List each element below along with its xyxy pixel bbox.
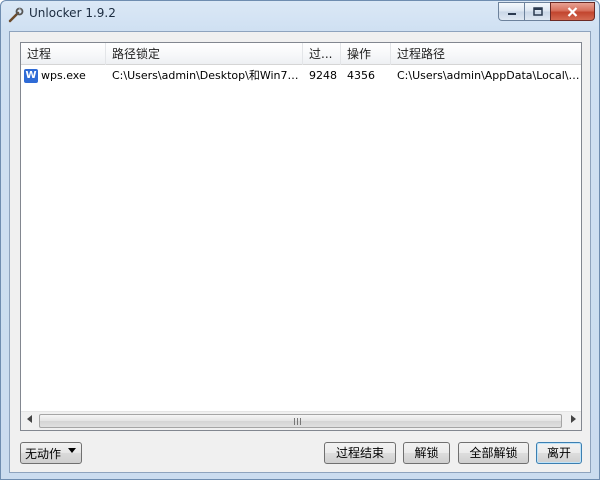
process-path-cell: C:\Users\admin\AppData\Local\King... (397, 69, 581, 82)
column-header-process[interactable]: 过程 (21, 43, 106, 65)
quit-button[interactable]: 离开 (536, 442, 582, 464)
process-list[interactable]: 过程 路径锁定 过... 操作 过程路径 W wps.exe C:\Users\… (20, 42, 582, 431)
close-button[interactable] (550, 2, 595, 21)
minimize-icon (507, 12, 516, 15)
grip-icon (294, 418, 303, 425)
close-icon (567, 6, 578, 17)
chevron-down-icon (68, 448, 76, 453)
window-title: Unlocker 1.9.2 (29, 6, 116, 20)
scroll-right-button[interactable] (564, 412, 581, 430)
process-name: wps.exe (41, 69, 86, 82)
wps-icon: W (24, 69, 38, 83)
column-header-handle[interactable]: 操作 (341, 43, 391, 65)
maximize-icon (532, 7, 543, 16)
handle-cell: 4356 (347, 69, 375, 82)
kill-process-button[interactable]: 过程结束 (324, 442, 396, 464)
column-header-process-path[interactable]: 过程路径 (391, 43, 581, 65)
arrow-right-icon (570, 415, 576, 423)
table-row[interactable]: W wps.exe C:\Users\admin\Desktop\和Win7—.… (21, 66, 581, 86)
unlock-button[interactable]: 解锁 (403, 442, 450, 464)
column-header-locked-path[interactable]: 路径锁定 (106, 43, 303, 65)
scrollbar-thumb[interactable] (39, 414, 562, 428)
app-window: Unlocker 1.9.2 过程 路径锁定 过... 操作 过程路径 W wp… (0, 0, 600, 480)
unlock-all-button[interactable]: 全部解锁 (458, 442, 529, 464)
arrow-left-icon (26, 415, 32, 423)
unlocker-wand-icon (8, 7, 24, 23)
action-dropdown[interactable]: 无动作 (20, 442, 82, 464)
column-header-pid[interactable]: 过... (303, 43, 341, 65)
scroll-left-button[interactable] (21, 412, 38, 430)
horizontal-scrollbar[interactable] (21, 411, 581, 430)
locked-path-cell: C:\Users\admin\Desktop\和Win7—... (112, 69, 303, 82)
minimize-button[interactable] (498, 2, 524, 21)
action-dropdown-value: 无动作 (25, 446, 62, 461)
process-cell: W wps.exe (21, 66, 106, 86)
caption-buttons (498, 2, 595, 21)
dialog-client-area: 过程 路径锁定 过... 操作 过程路径 W wps.exe C:\Users\… (9, 31, 591, 473)
list-header: 过程 路径锁定 过... 操作 过程路径 (21, 43, 581, 65)
maximize-button[interactable] (524, 2, 550, 21)
title-bar[interactable]: Unlocker 1.9.2 (1, 1, 599, 29)
pid-cell: 9248 (309, 69, 337, 82)
